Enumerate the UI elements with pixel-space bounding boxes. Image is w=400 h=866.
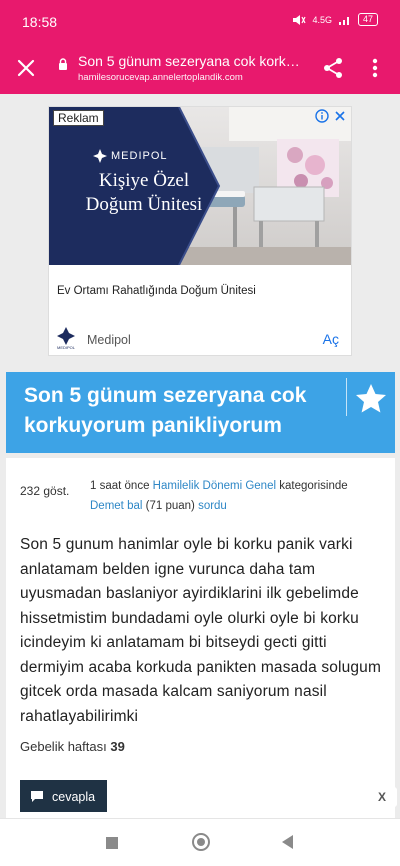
lock-icon <box>59 58 67 70</box>
advertiser-name: Medipol <box>87 333 131 347</box>
pregnancy-week: Gebelik haftası 39 <box>20 739 125 754</box>
question-meta: 1 saat önce Hamilelik Dönemi Genel kateg… <box>90 476 380 516</box>
ad-banner[interactable]: Reklam MEDIPOL Kişiye Özel Doğum Ünitesi… <box>48 106 352 356</box>
home-icon-dot <box>197 838 205 846</box>
pregnancy-week-value: 39 <box>110 739 125 754</box>
question-header: Son 5 günum sezeryana cok korkuyorum pan… <box>6 372 395 453</box>
ad-brand-name: MEDIPOL <box>111 150 168 162</box>
ad-open-button[interactable]: Aç <box>323 331 339 347</box>
status-time: 18:58 <box>22 14 58 30</box>
home-icon[interactable] <box>192 833 210 851</box>
mute-icon <box>293 14 307 25</box>
answer-label: cevapla <box>52 790 96 804</box>
system-nav-bar: X <box>0 787 400 866</box>
comment-icon <box>31 791 43 802</box>
status-icons: 4.5G 47 <box>292 13 378 26</box>
advertiser-logo-caption: MEDIPOL <box>57 345 76 350</box>
answer-button[interactable]: cevapla <box>20 780 107 812</box>
category-link[interactable]: Hamilelik Dönemi Genel <box>153 480 276 492</box>
recents-icon[interactable] <box>106 837 118 849</box>
browser-toolbar: Son 5 günum sezeryana cok korkuy... hami… <box>0 42 400 94</box>
ad-label: Reklam <box>53 110 104 126</box>
category-suffix: kategorisinde <box>279 480 348 492</box>
ad-headline: Kişiye Özel Doğum Ünitesi <box>85 170 203 215</box>
ad-description: Ev Ortamı Rahatlığında Doğum Ünitesi <box>57 285 256 297</box>
ad-brand: MEDIPOL <box>93 149 168 163</box>
page-title: Son 5 günum sezeryana cok korkuy... <box>78 53 300 69</box>
time-ago: 1 saat önce <box>90 480 150 492</box>
status-bar: 18:58 4.5G 47 <box>0 0 400 42</box>
ad-close-icon[interactable] <box>333 109 347 123</box>
back-icon[interactable] <box>282 835 293 849</box>
author-points: (71 puan) <box>145 500 195 512</box>
question-card: 232 göst. 1 saat önce Hamilelik Dönemi G… <box>6 458 395 818</box>
close-icon[interactable] <box>14 56 38 80</box>
advertiser-logo-icon: MEDIPOL <box>57 327 76 350</box>
question-body: Son 5 gunum hanimlar oyle bi korku panik… <box>20 536 382 725</box>
star-icon[interactable] <box>354 382 388 416</box>
overlay-close-button[interactable]: X <box>367 787 397 807</box>
header-divider <box>346 378 347 416</box>
author-link[interactable]: Demet bal <box>90 500 142 512</box>
view-count: 232 göst. <box>20 484 70 498</box>
pregnancy-week-label: Gebelik haftası <box>20 739 107 754</box>
info-icon[interactable] <box>315 109 329 123</box>
medipol-logo-icon <box>93 149 107 163</box>
page-url: hamilesorucevap.annelertoplandik.com <box>78 72 243 83</box>
action-label: sordu <box>198 500 227 512</box>
question-title: Son 5 günum sezeryana cok korkuyorum pan… <box>24 384 307 437</box>
battery-icon: 47 <box>357 13 378 26</box>
share-icon[interactable] <box>322 57 344 79</box>
network-type: 4.5G <box>312 14 332 25</box>
more-options-icon[interactable] <box>370 57 380 79</box>
signal-icon <box>338 16 349 25</box>
